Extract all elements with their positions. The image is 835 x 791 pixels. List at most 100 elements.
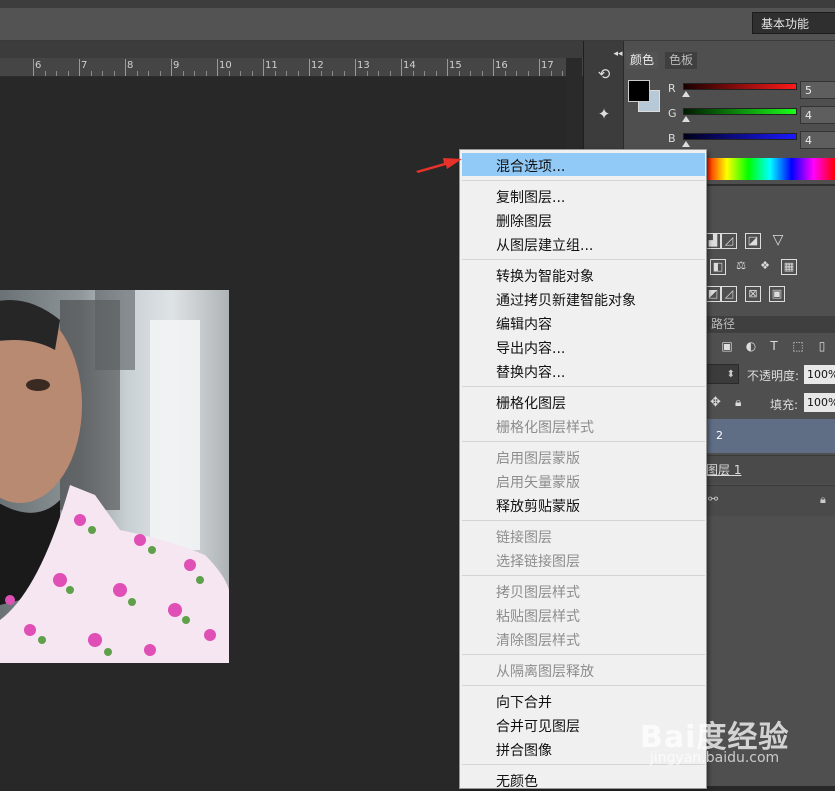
- red-arrow-annotation: [416, 158, 462, 173]
- menu-item[interactable]: 合并可见图层: [496, 716, 580, 736]
- ruler-minor-tick: [274, 71, 276, 76]
- ruler-number: 6: [35, 60, 42, 71]
- color-spectrum-bar[interactable]: [705, 158, 835, 180]
- ruler-major-tick: [309, 59, 310, 76]
- ruler-minor-tick: [56, 71, 57, 76]
- blue-value-field[interactable]: 4: [800, 131, 835, 149]
- menu-separator: [462, 259, 705, 260]
- menu-item[interactable]: 导出内容...: [496, 338, 565, 358]
- ruler-number: 14: [403, 60, 416, 71]
- layer-name: 图层 1: [706, 463, 742, 477]
- ruler-minor-tick: [424, 71, 425, 76]
- menu-item[interactable]: 从图层建立组...: [496, 235, 593, 255]
- green-slider-thumb[interactable]: [682, 116, 690, 122]
- menu-item[interactable]: 删除图层: [496, 211, 552, 231]
- menu-item[interactable]: 向下合并: [496, 692, 552, 712]
- ruler-minor-tick: [136, 71, 138, 76]
- layer-row-selected[interactable]: [705, 419, 835, 453]
- history-panel-icon[interactable]: ⟲: [592, 63, 616, 85]
- horizontal-ruler: 6 7 8 9 10 11 12 13 14 15 16 17: [0, 58, 583, 77]
- shape-layer-filter-icon[interactable]: ⬚: [791, 339, 805, 353]
- ruler-minor-tick: [389, 71, 391, 76]
- ruler-major-tick: [217, 59, 218, 76]
- color-lookup-icon[interactable]: ▦: [781, 259, 797, 275]
- layer-link-icon: ⚯: [708, 492, 719, 506]
- lock-position-icon[interactable]: ✥: [710, 395, 721, 410]
- gradient-triangle-icon[interactable]: ▽: [770, 233, 786, 249]
- options-bar: [0, 8, 835, 41]
- ruler-minor-tick: [102, 71, 103, 76]
- foreground-color-swatch[interactable]: [628, 80, 650, 102]
- smart-object-filter-icon[interactable]: ▯: [815, 339, 829, 353]
- menu-item: 从隔离图层释放: [496, 664, 594, 680]
- posterize-icon[interactable]: ◿: [721, 286, 737, 302]
- brush-presets-icon[interactable]: ✦: [592, 103, 616, 125]
- selective-color-icon[interactable]: ▣: [769, 286, 785, 302]
- ruler-major-tick: [493, 59, 494, 76]
- adjustment-layer-filter-icon[interactable]: ◐: [744, 339, 758, 353]
- ruler-minor-tick: [366, 71, 368, 76]
- canvas-image[interactable]: [0, 290, 229, 663]
- menu-item[interactable]: 编辑内容: [496, 314, 552, 334]
- ruler-minor-tick: [251, 71, 253, 76]
- menu-item[interactable]: 替换内容...: [496, 362, 565, 382]
- exposure-icon[interactable]: ◪: [745, 233, 761, 249]
- type-layer-filter-icon[interactable]: T: [767, 339, 781, 353]
- channel-mixer-icon[interactable]: ❖: [757, 259, 773, 275]
- curves-icon[interactable]: ◿: [721, 233, 737, 249]
- fill-input[interactable]: 100%: [804, 393, 835, 412]
- menu-item[interactable]: 拼合图像: [496, 740, 552, 760]
- menu-item[interactable]: 转换为智能对象: [496, 266, 594, 286]
- levels-icon[interactable]: ▟: [705, 233, 721, 249]
- tab-paths[interactable]: 路径: [711, 316, 735, 333]
- pixel-layer-filter-icon[interactable]: ▣: [720, 339, 734, 353]
- blend-mode-select[interactable]: ⬍: [705, 364, 739, 384]
- red-channel-label: R: [668, 82, 676, 95]
- ruler-minor-tick: [343, 71, 345, 76]
- blue-slider[interactable]: [683, 133, 797, 140]
- menu-item[interactable]: 栅格化图层: [496, 393, 566, 413]
- menu-item: 启用矢量蒙版: [496, 475, 580, 491]
- ruler-minor-tick: [67, 71, 69, 76]
- blue-slider-thumb[interactable]: [682, 141, 690, 147]
- ruler-major-tick: [355, 59, 356, 76]
- ruler-number: 8: [127, 60, 134, 71]
- ruler-minor-tick: [378, 71, 379, 76]
- red-slider-thumb[interactable]: [682, 91, 690, 97]
- workspace-select[interactable]: 基本功能: [752, 12, 835, 34]
- tab-swatches[interactable]: 色板: [665, 52, 698, 69]
- menu-item: 粘贴图层样式: [496, 609, 580, 625]
- menu-item[interactable]: 混合选项...: [496, 156, 565, 176]
- opacity-input[interactable]: 100%: [804, 365, 835, 384]
- ruler-minor-tick: [562, 71, 563, 76]
- menu-item[interactable]: 复制图层...: [496, 187, 565, 207]
- menu-item[interactable]: 释放剪贴蒙版: [496, 496, 580, 516]
- ruler-minor-tick: [182, 71, 184, 76]
- lock-all-icon[interactable]: 🔒︎: [735, 395, 741, 410]
- color-balance-icon[interactable]: ⚖: [733, 259, 749, 275]
- green-value-field[interactable]: 4: [800, 106, 835, 124]
- ruler-minor-tick: [458, 71, 460, 76]
- tab-color[interactable]: 颜色: [626, 52, 659, 69]
- green-slider[interactable]: [683, 108, 797, 115]
- app-title-bar: [0, 0, 835, 8]
- ruler-minor-tick: [159, 71, 161, 76]
- menu-item: 链接图层: [496, 530, 552, 546]
- ruler-minor-tick: [148, 71, 149, 76]
- ruler-minor-tick: [527, 71, 529, 76]
- layer-lock-icon: 🔒︎: [820, 493, 826, 506]
- hue-saturation-icon[interactable]: ◧: [710, 259, 726, 275]
- opacity-label: 不透明度:: [747, 369, 800, 383]
- menu-separator: [462, 575, 705, 576]
- ruler-minor-tick: [205, 71, 207, 76]
- menu-item: 选择链接图层: [496, 554, 580, 570]
- ruler-minor-tick: [44, 71, 46, 76]
- menu-item[interactable]: 无颜色: [496, 771, 538, 791]
- menu-item[interactable]: 通过拷贝新建智能对象: [496, 290, 636, 310]
- red-slider[interactable]: [683, 83, 797, 90]
- invert-icon[interactable]: ◩: [705, 286, 721, 302]
- threshold-icon[interactable]: ⊠: [745, 286, 761, 302]
- red-value-field[interactable]: 5: [800, 81, 835, 99]
- document-tab-strip: [0, 41, 583, 58]
- background-layer-row[interactable]: [705, 485, 835, 516]
